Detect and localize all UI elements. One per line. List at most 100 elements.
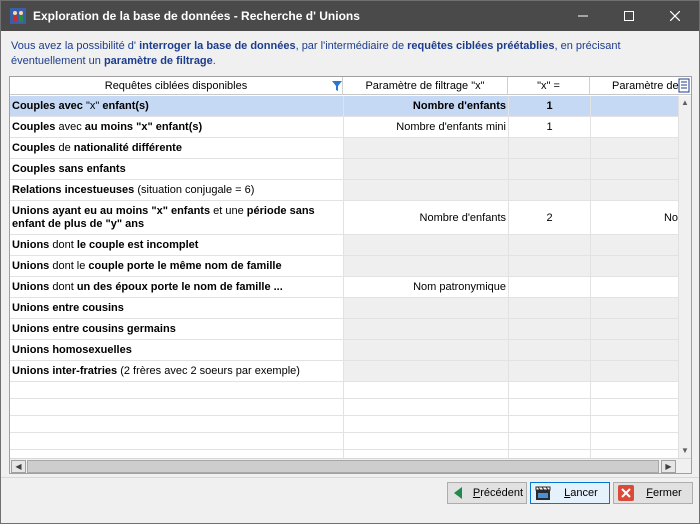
scroll-right-icon: ▶ (665, 462, 672, 471)
table-row[interactable]: Unions dont le couple porte le même nom … (10, 256, 678, 277)
empty-cell (590, 382, 678, 398)
queries-grid[interactable]: Requêtes ciblées disponibles Paramètre d… (9, 76, 692, 474)
scroll-right-button[interactable]: ▶ (661, 460, 676, 473)
query-name-cell[interactable]: Unions inter-fratries (2 frères avec 2 s… (10, 361, 343, 381)
second-param-cell[interactable] (590, 117, 678, 137)
empty-cell (590, 433, 678, 449)
second-param-cell (590, 319, 678, 339)
query-name-cell[interactable]: Couples avec "x" enfant(s) (10, 96, 343, 116)
query-name-part: Couples sans enfants (12, 162, 126, 175)
empty-cell (508, 399, 590, 415)
horizontal-scrollbar[interactable]: ◀ ▶ (10, 458, 691, 473)
close-button[interactable]: Fermer (613, 482, 693, 504)
scroll-up-icon[interactable]: ▲ (681, 98, 689, 107)
filter-param-cell[interactable]: Nombre d'enfants mini (343, 117, 508, 137)
query-name-cell[interactable]: Relations incestueuses (situation conjug… (10, 180, 343, 200)
query-name-part: de (55, 141, 74, 154)
query-name-cell[interactable]: Unions homosexuelles (10, 340, 343, 360)
scroll-left-icon: ◀ (15, 462, 22, 471)
x-value-cell[interactable] (508, 277, 590, 297)
column-header-queries[interactable]: Requêtes ciblées disponibles (10, 77, 343, 95)
column-header-x-value[interactable]: "x" = (508, 77, 590, 95)
filter-param-cell[interactable]: Nombre d'enfants (343, 96, 508, 116)
x-value-cell (508, 159, 590, 179)
query-name-part: enfant(s) (99, 99, 149, 112)
second-param-cell[interactable] (590, 96, 678, 116)
table-row[interactable]: Unions entre cousins (10, 298, 678, 319)
query-name-cell[interactable]: Unions ayant eu au moins "x" enfants et … (10, 201, 343, 234)
query-name-cell[interactable]: Unions entre cousins germains (10, 319, 343, 339)
empty-row (10, 399, 678, 416)
empty-cell (508, 433, 590, 449)
scroll-down-icon[interactable]: ▼ (681, 446, 689, 455)
query-name: Couples sans enfants (12, 163, 126, 176)
second-param-cell[interactable] (590, 277, 678, 297)
table-row[interactable]: Couples de nationalité différente (10, 138, 678, 159)
query-name-cell[interactable]: Unions dont un des époux porte le nom de… (10, 277, 343, 297)
filter-param-cell (343, 298, 508, 318)
empty-cell (343, 382, 508, 398)
query-name-part: dont le (49, 259, 89, 272)
filter-param-cell[interactable]: Nombre d'enfants (343, 201, 508, 234)
second-param-cell (590, 159, 678, 179)
table-row[interactable]: Unions inter-fratries (2 frères avec 2 s… (10, 361, 678, 382)
query-name-cell[interactable]: Couples sans enfants (10, 159, 343, 179)
empty-cell (508, 416, 590, 432)
query-name: Couples avec au moins "x" enfant(s) (12, 121, 202, 134)
table-row[interactable]: Couples avec au moins "x" enfant(s) Nombr… (10, 117, 678, 138)
scroll-left-button[interactable]: ◀ (11, 460, 26, 473)
close-window-button[interactable] (652, 1, 698, 31)
query-name-cell[interactable]: Unions entre cousins (10, 298, 343, 318)
filter-param-cell (343, 138, 508, 158)
title-bar: Exploration de la base de données - Rech… (1, 1, 699, 31)
filter-funnel-icon[interactable] (332, 81, 342, 91)
query-name: Unions ayant eu au moins "x" enfants et … (12, 205, 343, 231)
launch-button[interactable]: Lancer (530, 482, 610, 504)
query-name-part: "x" (85, 99, 100, 112)
table-row[interactable]: Unions dont un des époux porte le nom de… (10, 277, 678, 298)
query-name-cell[interactable]: Unions dont le couple porte le même nom … (10, 256, 343, 276)
empty-cell (343, 433, 508, 449)
clapperboard-icon (535, 486, 551, 500)
intro-bold: paramètre de filtrage (103, 55, 213, 67)
minimize-button[interactable] (560, 1, 606, 31)
query-name-part: Unions homosexuelles (12, 343, 132, 356)
query-name-part: Relations incestueuses (12, 183, 135, 196)
x-value-cell[interactable]: 1 (508, 117, 590, 137)
filter-param-cell (343, 159, 508, 179)
minimize-icon (578, 15, 588, 17)
previous-button[interactable]: Précédent (447, 482, 527, 504)
x-value-cell[interactable]: 2 (508, 201, 590, 234)
table-row[interactable]: Unions entre cousins germains (10, 319, 678, 340)
query-name-part: Unions (12, 238, 50, 251)
filter-param-cell[interactable]: Nom patronymique (343, 277, 508, 297)
query-name-cell[interactable]: Couples avec au moins "x" enfant(s) (10, 117, 343, 137)
column-chooser-icon[interactable] (678, 78, 690, 93)
query-name-part: Unions ayant eu au moins "x" enfants (12, 204, 211, 217)
table-row[interactable]: Unions homosexuelles (10, 340, 678, 361)
table-row[interactable]: Relations incestueuses (situation conjug… (10, 180, 678, 201)
query-name: Unions inter-fratries (2 frères avec 2 s… (12, 365, 300, 378)
scroll-thumb[interactable] (27, 460, 659, 473)
vertical-scrollbar[interactable]: ▲ ▼ (678, 96, 691, 458)
column-header-filter-param[interactable]: Paramètre de filtrage "x" (343, 77, 508, 95)
x-value-cell[interactable]: 1 (508, 96, 590, 116)
empty-cell (590, 416, 678, 432)
intro-text: Vous avez la possibilité d' interroger l… (11, 39, 691, 69)
second-param-cell[interactable]: No (590, 201, 678, 234)
arrow-left-icon (454, 487, 462, 499)
table-row[interactable]: Couples avec "x" enfant(s) Nombre d'enfan… (10, 96, 678, 117)
table-row[interactable]: Couples sans enfants (10, 159, 678, 180)
table-row[interactable]: Unions dont le couple est incomplet (10, 235, 678, 256)
intro-bold: interroger la base de données (139, 40, 296, 52)
maximize-button[interactable] (606, 1, 652, 31)
label-part: récédent (480, 487, 524, 499)
query-name-part: Unions inter-fratries (12, 364, 118, 377)
grid-rows: Couples avec "x" enfant(s) Nombre d'enfan… (10, 96, 678, 467)
table-row[interactable]: Unions ayant eu au moins "x" enfants et … (10, 201, 678, 235)
query-name: Couples avec "x" enfant(s) (12, 100, 149, 113)
query-name-cell[interactable]: Couples de nationalité différente (10, 138, 343, 158)
filter-param-cell (343, 256, 508, 276)
column-header-param-2[interactable]: Paramètre de (590, 77, 691, 95)
query-name-cell[interactable]: Unions dont le couple est incomplet (10, 235, 343, 255)
